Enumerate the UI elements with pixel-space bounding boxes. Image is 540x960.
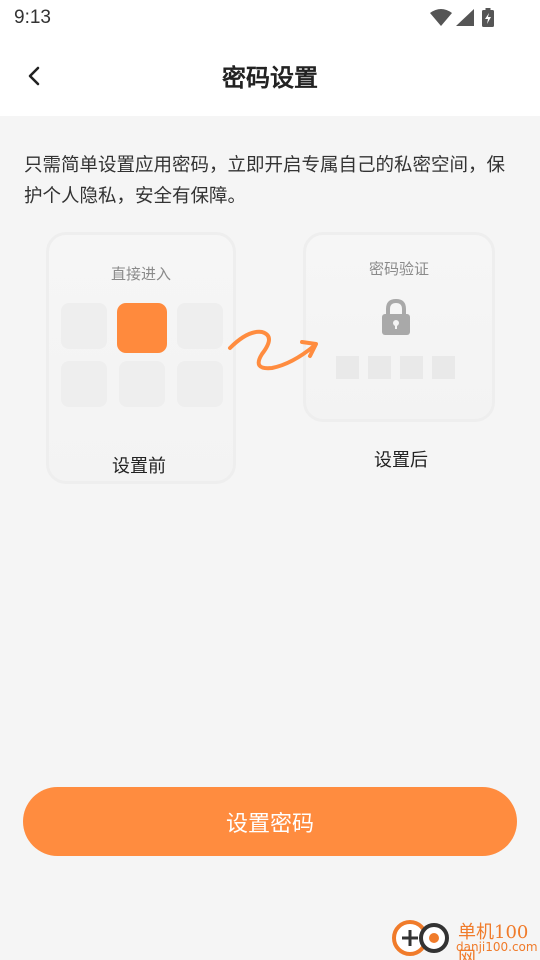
page-title: 密码设置 xyxy=(222,64,318,92)
ghost-app-tile xyxy=(177,361,223,407)
app-icon-tile xyxy=(117,303,167,353)
pin-box xyxy=(336,356,359,379)
before-label: 设置前 xyxy=(112,456,166,477)
ghost-app-tile xyxy=(119,361,165,407)
ghost-app-tile xyxy=(61,303,107,349)
before-card-heading: 直接进入 xyxy=(110,265,171,283)
app-header: 密码设置 xyxy=(0,36,540,116)
wifi-icon xyxy=(430,9,452,26)
watermark-logo-icon xyxy=(392,920,449,956)
battery-charging-icon xyxy=(482,8,494,27)
lock-icon xyxy=(382,299,410,335)
ghost-app-tile xyxy=(177,303,223,349)
ghost-app-tile xyxy=(61,361,107,407)
after-illustration-card: 密码验证 xyxy=(303,232,495,422)
after-label: 设置后 xyxy=(374,450,428,471)
set-password-button[interactable]: 设置密码 xyxy=(23,787,517,856)
pin-box xyxy=(368,356,391,379)
status-time: 9:13 xyxy=(14,7,51,28)
squiggle-arrow-icon xyxy=(228,329,318,371)
pin-box xyxy=(400,356,423,379)
after-card-heading: 密码验证 xyxy=(368,260,429,278)
watermark-domain: danji100.com xyxy=(456,940,538,954)
pin-box xyxy=(432,356,455,379)
description-text: 只需简单设置应用密码，立即开启专属自己的私密空间，保护个人隐私，安全有保障。 xyxy=(24,155,506,207)
status-bar: 9:13 xyxy=(0,0,540,36)
status-icons xyxy=(430,7,500,29)
watermark-logo: 单机100网 danji100.com xyxy=(390,916,538,960)
signal-icon xyxy=(456,9,474,26)
before-illustration-card: 直接进入 xyxy=(46,232,236,484)
